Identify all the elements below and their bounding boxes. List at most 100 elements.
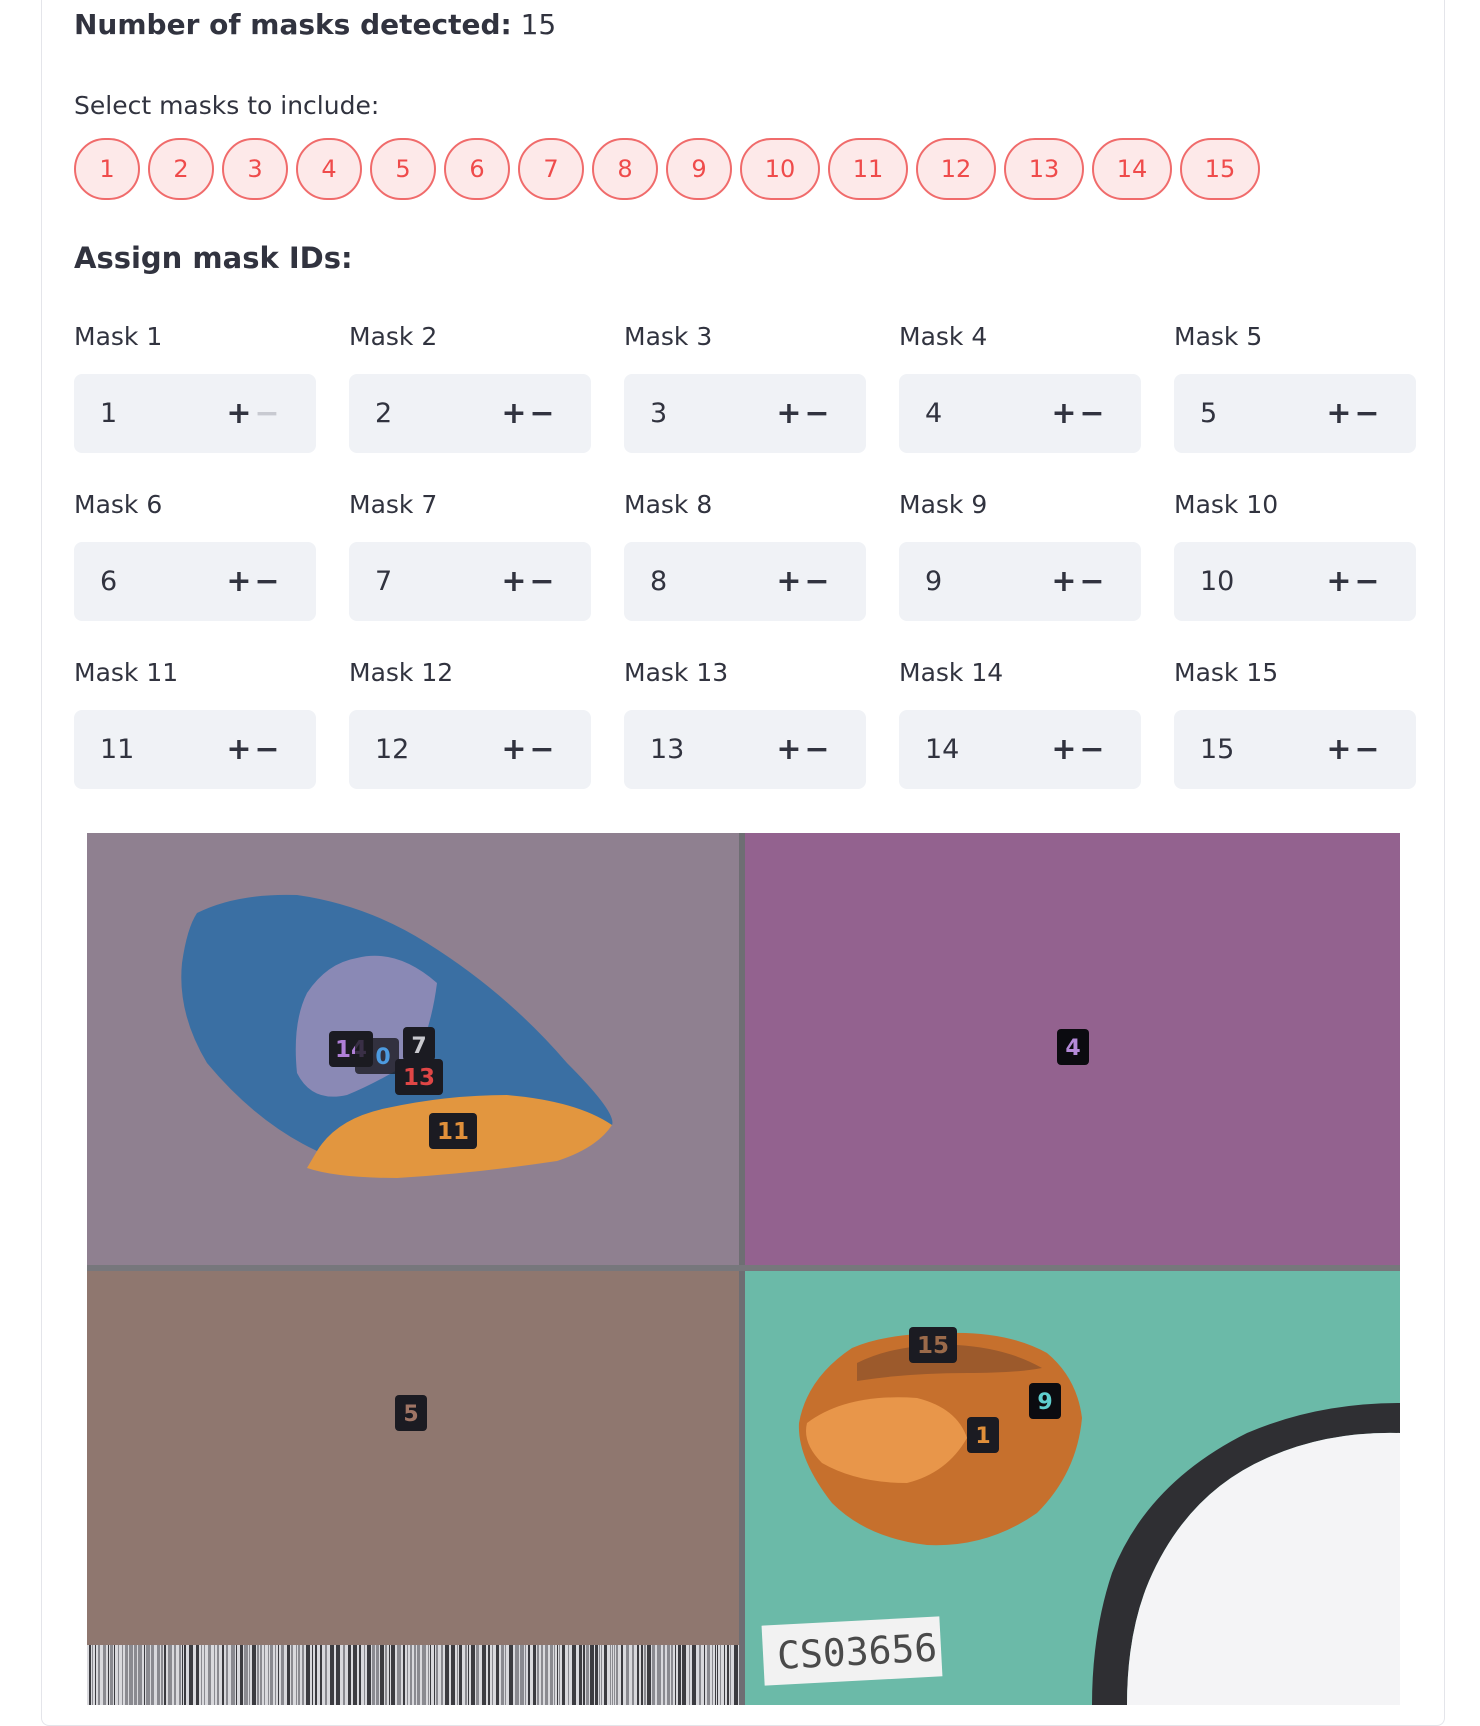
mask-13-id-input[interactable]: 13 (650, 710, 684, 789)
mask-13-increment-button[interactable]: + (766, 710, 812, 789)
barcode-bar (376, 1645, 379, 1705)
mask-6-increment-button[interactable]: + (216, 542, 262, 621)
barcode-bar (712, 1645, 713, 1705)
mask-pill-15[interactable]: 15 (1180, 138, 1260, 200)
mask-overlay-image: CS03656 14 0 7 13 11 4 5 15 9 1 (87, 833, 1400, 1705)
mask-6-id-input[interactable]: 6 (100, 542, 117, 621)
mask-9-increment-button[interactable]: + (1041, 542, 1087, 621)
quadrant-bottom-left (87, 1271, 739, 1705)
barcode-bar (281, 1645, 284, 1705)
barcode-bar (114, 1645, 115, 1705)
barcode-bar (330, 1645, 334, 1705)
mask-10-increment-button[interactable]: + (1316, 542, 1362, 621)
mask-9-id-input[interactable]: 9 (925, 542, 942, 621)
mask-8-id-input[interactable]: 8 (650, 542, 667, 621)
mask-14-increment-button[interactable]: + (1041, 710, 1087, 789)
barcode-bar (249, 1645, 250, 1705)
barcode-bar (291, 1645, 293, 1705)
barcode-bar (214, 1645, 215, 1705)
mask-3-id-input[interactable]: 3 (650, 374, 667, 453)
barcode-bar (343, 1645, 345, 1705)
mask-pill-4[interactable]: 4 (296, 138, 362, 200)
mask-1-id-input[interactable]: 1 (100, 374, 117, 453)
mask-11-label: Mask 11 (74, 658, 179, 687)
mask-pill-14[interactable]: 14 (1092, 138, 1172, 200)
mask-11-increment-button[interactable]: + (216, 710, 262, 789)
mask-1-increment-button[interactable]: + (216, 374, 262, 453)
select-masks-label: Select masks to include: (74, 91, 380, 120)
mask-1-id-stepper: 1− + (74, 374, 316, 453)
mask-5-id-input[interactable]: 5 (1200, 374, 1217, 453)
mask-10-id-input[interactable]: 10 (1200, 542, 1234, 621)
barcode-bar (138, 1645, 142, 1705)
barcode-bar (663, 1645, 665, 1705)
barcode-bar (315, 1645, 317, 1705)
mask-2-increment-button[interactable]: + (491, 374, 537, 453)
barcode-bar (240, 1645, 243, 1705)
specimen-label-text: CS03656 (776, 1626, 938, 1678)
barcode-bar (520, 1645, 524, 1705)
barcode-bar (704, 1645, 705, 1705)
barcode-bar (260, 1645, 262, 1705)
barcode-bar (380, 1645, 384, 1705)
mask-pill-8[interactable]: 8 (592, 138, 658, 200)
barcode-bar (95, 1645, 96, 1705)
barcode-bar (118, 1645, 119, 1705)
mask-11-id-input[interactable]: 11 (100, 710, 134, 789)
mask-pill-12[interactable]: 12 (916, 138, 996, 200)
mask-14-id-input[interactable]: 14 (925, 710, 959, 789)
mask-8-increment-button[interactable]: + (766, 542, 812, 621)
mask-7-id-input[interactable]: 7 (375, 542, 392, 621)
barcode-bar (403, 1645, 405, 1705)
barcode-bar (110, 1645, 113, 1705)
mask-3-increment-button[interactable]: + (766, 374, 812, 453)
mask-pill-5[interactable]: 5 (370, 138, 436, 200)
barcode-bar (445, 1645, 449, 1705)
mask-12-id-input[interactable]: 12 (375, 710, 409, 789)
mask-15-increment-button[interactable]: + (1316, 710, 1362, 789)
barcode-bar (184, 1645, 186, 1705)
barcode-bar (471, 1645, 475, 1705)
barcode-bar (407, 1645, 408, 1705)
barcode-bar (92, 1645, 93, 1705)
barcode-bar (601, 1645, 602, 1705)
divider-horizontal (87, 1265, 1400, 1271)
mask-3-label: Mask 3 (624, 322, 713, 351)
barcode-bar (244, 1645, 248, 1705)
barcode-bar (562, 1645, 565, 1705)
mask-pill-1[interactable]: 1 (74, 138, 140, 200)
mask-2-id-input[interactable]: 2 (375, 374, 392, 453)
mask-pill-6[interactable]: 6 (444, 138, 510, 200)
mask-pill-3[interactable]: 3 (222, 138, 288, 200)
barcode-bar (125, 1645, 128, 1705)
mask-12-increment-button[interactable]: + (491, 710, 537, 789)
mask-pill-13[interactable]: 13 (1004, 138, 1084, 200)
mask-7-increment-button[interactable]: + (491, 542, 537, 621)
mask-5-increment-button[interactable]: + (1316, 374, 1362, 453)
mask-pill-7[interactable]: 7 (518, 138, 584, 200)
mask-pill-10[interactable]: 10 (740, 138, 820, 200)
barcode-bar (671, 1645, 673, 1705)
barcode-bar (108, 1645, 109, 1705)
barcode-bar (468, 1645, 469, 1705)
mask-6-id-stepper: 6− + (74, 542, 316, 621)
barcode-bar (189, 1645, 193, 1705)
barcode-bar (157, 1645, 160, 1705)
barcode-bar (579, 1645, 582, 1705)
mask-4-increment-button[interactable]: + (1041, 374, 1087, 453)
mask-pill-2[interactable]: 2 (148, 138, 214, 200)
barcode-bar (699, 1645, 701, 1705)
barcode-bar (647, 1645, 651, 1705)
barcode-bar (459, 1645, 462, 1705)
mask-3-id-stepper: 3− + (624, 374, 866, 453)
barcode-bar (151, 1645, 154, 1705)
mask-badge-13: 13 (395, 1059, 443, 1095)
barcode-bar (414, 1645, 416, 1705)
mask-pill-9[interactable]: 9 (666, 138, 732, 200)
barcode-bar (612, 1645, 613, 1705)
mask-4-id-input[interactable]: 4 (925, 374, 942, 453)
barcode-bar (730, 1645, 731, 1705)
mask-pill-11[interactable]: 11 (828, 138, 908, 200)
mask-15-id-input[interactable]: 15 (1200, 710, 1234, 789)
barcode-bar (364, 1645, 365, 1705)
